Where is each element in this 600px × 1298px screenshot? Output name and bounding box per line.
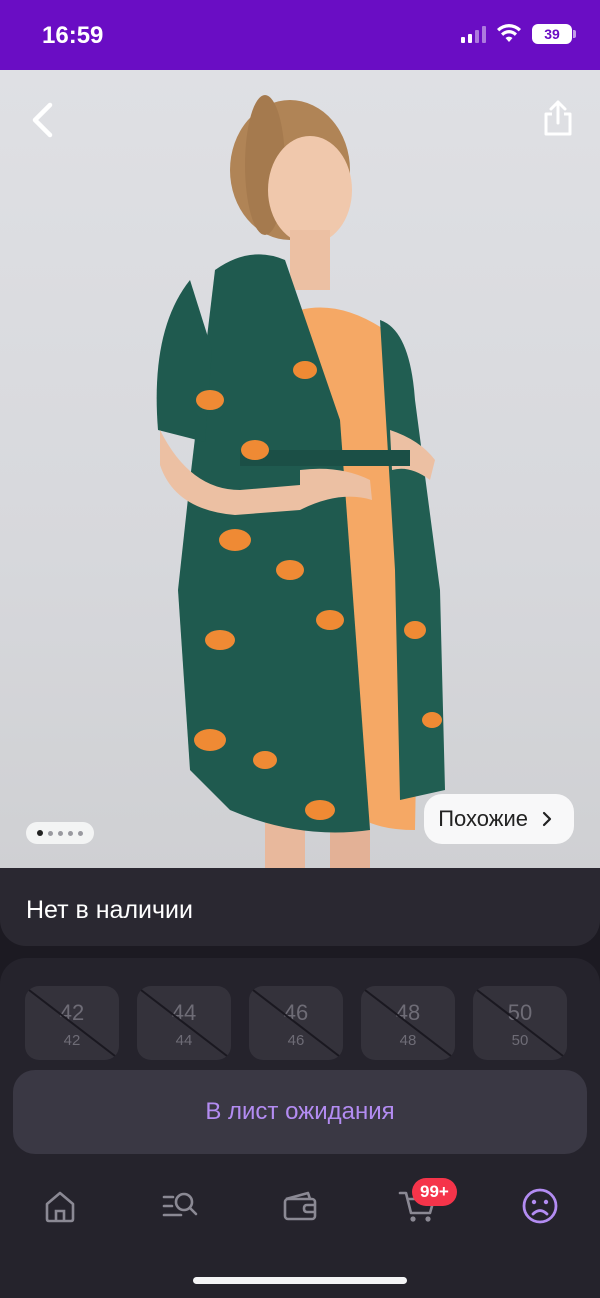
status-time: 16:59	[42, 22, 104, 49]
image-pagination-dots	[26, 822, 94, 844]
pagination-dot-active	[37, 830, 43, 836]
chevron-left-icon	[32, 102, 53, 138]
wifi-icon	[497, 24, 521, 42]
similar-products-button[interactable]: Похожие	[424, 794, 574, 844]
size-panel: 42 42 44 44 46 46 48 48 50 50 В лист ожи…	[0, 958, 600, 1298]
tab-home[interactable]	[30, 1176, 90, 1236]
bottom-tab-bar	[0, 1176, 600, 1240]
status-icons: 39	[461, 24, 576, 44]
unavailable-strike-icon	[252, 989, 340, 1057]
product-image-gallery[interactable]: Похожие	[0, 70, 600, 870]
unavailable-strike-icon	[140, 989, 228, 1057]
home-indicator[interactable]	[193, 1277, 407, 1284]
size-option-46[interactable]: 46 46	[249, 986, 343, 1060]
cart-count-badge: 99+	[412, 1178, 457, 1206]
size-option-50[interactable]: 50 50	[473, 986, 567, 1060]
pagination-dot	[78, 830, 83, 836]
availability-status: Нет в наличии	[26, 896, 193, 924]
wallet-icon	[283, 1191, 317, 1221]
battery-icon: 39	[532, 24, 576, 44]
size-selector: 42 42 44 44 46 46 48 48 50 50	[25, 986, 567, 1060]
size-option-42[interactable]: 42 42	[25, 986, 119, 1060]
waitlist-button[interactable]: В лист ожидания	[13, 1070, 587, 1154]
cellular-signal-icon	[461, 25, 486, 43]
chevron-right-icon	[542, 811, 552, 827]
tab-profile[interactable]	[510, 1176, 570, 1236]
product-photo	[156, 95, 445, 870]
status-bar: 16:59 39	[0, 0, 600, 70]
size-option-48[interactable]: 48 48	[361, 986, 455, 1060]
tab-catalog[interactable]	[150, 1176, 210, 1236]
catalog-search-icon	[162, 1192, 198, 1217]
pagination-dot	[68, 830, 73, 836]
unavailable-strike-icon	[28, 989, 116, 1057]
availability-card: Нет в наличии	[0, 868, 600, 946]
similar-label: Похожие	[438, 806, 528, 831]
size-option-44[interactable]: 44 44	[137, 986, 231, 1060]
back-button[interactable]	[22, 98, 62, 142]
home-icon	[45, 1191, 75, 1223]
pagination-dot	[48, 830, 53, 836]
unavailable-strike-icon	[364, 989, 452, 1057]
pagination-dot	[58, 830, 63, 836]
share-button[interactable]	[536, 94, 580, 142]
tab-wallet[interactable]	[270, 1176, 330, 1236]
unavailable-strike-icon	[476, 989, 564, 1057]
share-icon	[544, 100, 572, 136]
sad-face-profile-icon	[522, 1188, 558, 1224]
